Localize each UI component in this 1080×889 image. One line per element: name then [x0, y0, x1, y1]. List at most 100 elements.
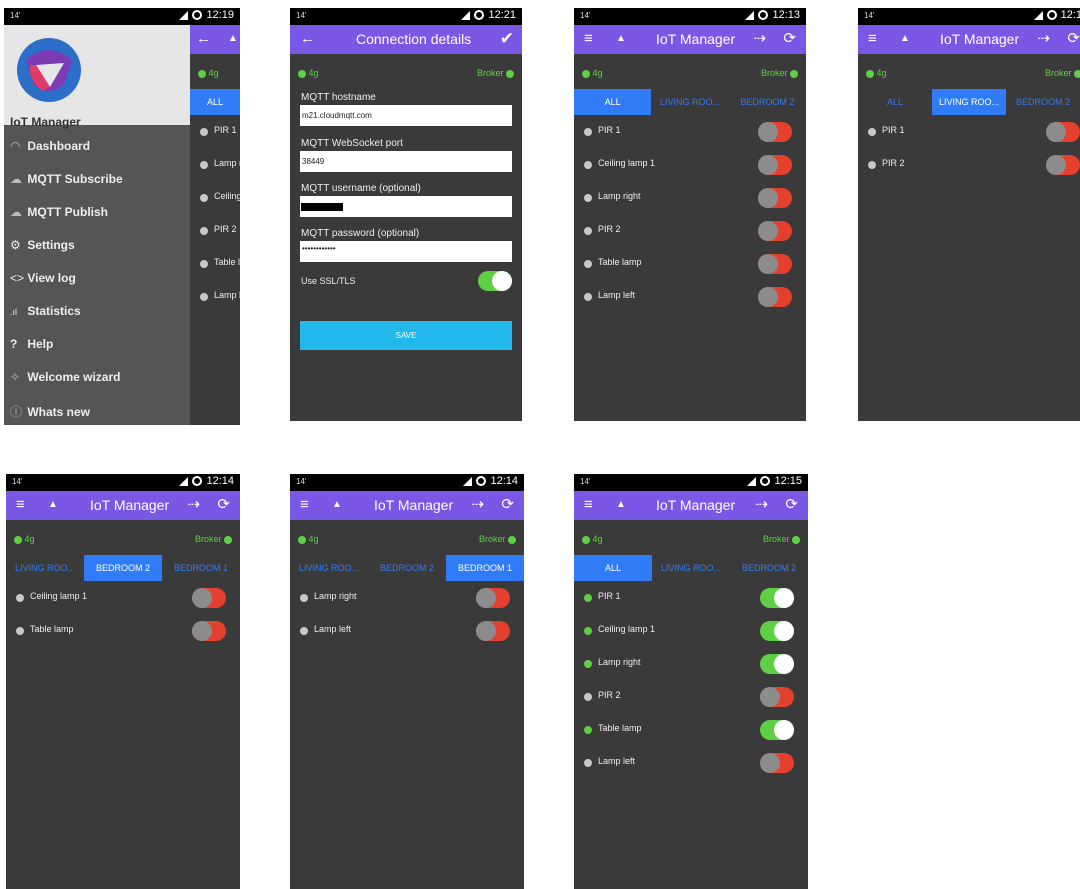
device-status-dot [200, 260, 208, 268]
tab-living-room[interactable]: LIVING ROO... [651, 89, 728, 115]
refresh-icon[interactable]: ⟳ [217, 496, 230, 514]
tab-bedroom-2[interactable]: BEDROOM 2 [368, 555, 446, 581]
status-dot-icon [1074, 69, 1080, 78]
device-toggle[interactable] [192, 621, 226, 641]
login-icon[interactable]: ⇢ [755, 496, 768, 514]
refresh-icon[interactable]: ⟳ [783, 30, 796, 48]
collapse-icon[interactable]: ▲ [616, 30, 626, 48]
back-arrow-icon[interactable]: ← [196, 30, 211, 48]
login-icon[interactable]: ⇢ [753, 30, 766, 48]
refresh-icon[interactable]: ⟳ [501, 496, 514, 514]
tab-bar: ALL LIVING ROO... BEDROOM 2 [574, 555, 808, 581]
drawer-item-welcome-wizard[interactable]: ✧ Welcome wizard [10, 370, 120, 384]
tab-living-room[interactable]: LIVING ROO... [652, 555, 730, 581]
tab-bedroom-2[interactable]: BEDROOM 2 [84, 555, 162, 581]
device-toggle[interactable] [758, 155, 792, 175]
port-label: MQTT WebSocket port [301, 138, 403, 149]
page-title: IoT Manager [374, 497, 454, 513]
menu-icon[interactable]: ≡ [868, 30, 877, 48]
device-toggle[interactable] [758, 122, 792, 142]
drawer-item-settings[interactable]: ⚙ Settings [10, 238, 75, 252]
list-item: PIR 2 [574, 214, 806, 247]
status-bar: 14' 12:15 [574, 474, 808, 491]
tab-bedroom-2[interactable]: BEDROOM 2 [1006, 89, 1080, 115]
sync-icon [760, 476, 771, 486]
refresh-icon[interactable]: ⟳ [1067, 30, 1080, 48]
app-bar: ≡ ▲ IoT Manager ⇢ ⟳ [6, 491, 240, 520]
tab-bedroom-2[interactable]: BEDROOM 2 [730, 555, 808, 581]
device-toggle[interactable] [758, 287, 792, 307]
tab-all[interactable]: ALL [190, 89, 240, 115]
device-toggle[interactable] [192, 588, 226, 608]
login-icon[interactable]: ⇢ [1037, 30, 1050, 48]
sync-icon [758, 10, 769, 20]
app-bar: ≡ ▲ IoT Manager ⇢ ⟳ [574, 491, 808, 520]
tab-living-room[interactable]: LIVING ROO... [932, 89, 1006, 115]
device-toggle[interactable] [476, 621, 510, 641]
device-toggle[interactable] [760, 654, 794, 674]
device-toggle[interactable] [476, 588, 510, 608]
device-toggle[interactable] [760, 621, 794, 641]
drawer-item-view-log[interactable]: <> View log [10, 271, 76, 285]
username-field[interactable] [300, 196, 512, 217]
collapse-icon[interactable]: ▲ [616, 496, 626, 514]
login-icon[interactable]: ⇢ [471, 496, 484, 514]
collapse-icon[interactable]: ▲ [332, 496, 342, 514]
list-item: PIR 1 [858, 115, 1080, 148]
save-button[interactable]: SAVE [300, 321, 512, 350]
port-field[interactable]: 38449 [300, 151, 512, 172]
list-item: Ceiling [190, 181, 240, 214]
menu-icon[interactable]: ≡ [16, 496, 25, 514]
device-toggle[interactable] [760, 687, 794, 707]
sync-icon [192, 476, 203, 486]
hostname-field[interactable]: m21.cloudmqtt.com [300, 105, 512, 126]
menu-icon[interactable]: ≡ [584, 496, 593, 514]
refresh-icon[interactable]: ⟳ [785, 496, 798, 514]
device-toggle[interactable] [758, 221, 792, 241]
status-bar: 14' 12:19 [4, 8, 240, 25]
net-status: 4g [582, 68, 603, 78]
tab-living-room[interactable]: LIVING ROO... [290, 555, 368, 581]
back-arrow-icon[interactable]: ← [300, 30, 315, 48]
tab-all[interactable]: ALL [574, 89, 652, 115]
tab-bedroom-1[interactable]: BEDROOM 1 [162, 555, 240, 581]
device-toggle[interactable] [1046, 155, 1080, 175]
check-icon[interactable]: ✔ [500, 30, 514, 48]
menu-icon[interactable]: ≡ [300, 496, 309, 514]
net-status: 4g [14, 534, 35, 544]
tab-living-room[interactable]: LIVING ROO... [6, 555, 84, 581]
drawer-item-statistics[interactable]: .ıl Statistics [10, 304, 81, 318]
ssl-toggle[interactable] [478, 271, 512, 291]
tab-all[interactable]: ALL [574, 555, 652, 581]
list-item: PIR 2 [574, 680, 808, 713]
device-toggle[interactable] [760, 753, 794, 773]
device-status-dot [300, 627, 308, 635]
drawer-item-help[interactable]: ? Help [10, 337, 53, 351]
login-icon[interactable]: ⇢ [187, 496, 200, 514]
tab-bedroom-1[interactable]: BEDROOM 1 [446, 555, 524, 581]
device-toggle[interactable] [760, 720, 794, 740]
device-toggle[interactable] [1046, 122, 1080, 142]
drawer-item-mqtt-publish[interactable]: ☁ MQTT Publish [10, 205, 108, 219]
menu-icon[interactable]: ≡ [584, 30, 593, 48]
device-toggle[interactable] [760, 588, 794, 608]
drawer-item-mqtt-subscribe[interactable]: ☁ MQTT Subscribe [10, 172, 123, 186]
drawer-item-dashboard[interactable]: ◠ Dashboard [10, 139, 90, 153]
tab-all[interactable]: ALL [858, 89, 932, 115]
tab-bedroom-2[interactable]: BEDROOM 2 [729, 89, 806, 115]
device-status-dot [200, 128, 208, 136]
collapse-icon[interactable]: ▲ [48, 496, 58, 514]
status-dot-icon [224, 535, 232, 544]
collapse-icon[interactable]: ▲ [900, 30, 910, 48]
page-title: IoT Manager [940, 31, 1020, 47]
net-status: 4g [198, 68, 219, 78]
device-toggle[interactable] [758, 188, 792, 208]
screen-bedroom-2: 14' 12:14 ≡ ▲ IoT Manager ⇢ ⟳ 4g Broker … [6, 474, 240, 889]
collapse-icon[interactable]: ▲ [228, 30, 238, 48]
status-dot-icon [14, 535, 22, 544]
drawer-item-whats-new[interactable]: ⓘ Whats new [10, 403, 90, 420]
password-field[interactable]: •••••••••••• [300, 241, 512, 262]
device-toggle[interactable] [758, 254, 792, 274]
page-title: IoT Manager [656, 497, 736, 513]
net-status: 4g [298, 68, 319, 78]
